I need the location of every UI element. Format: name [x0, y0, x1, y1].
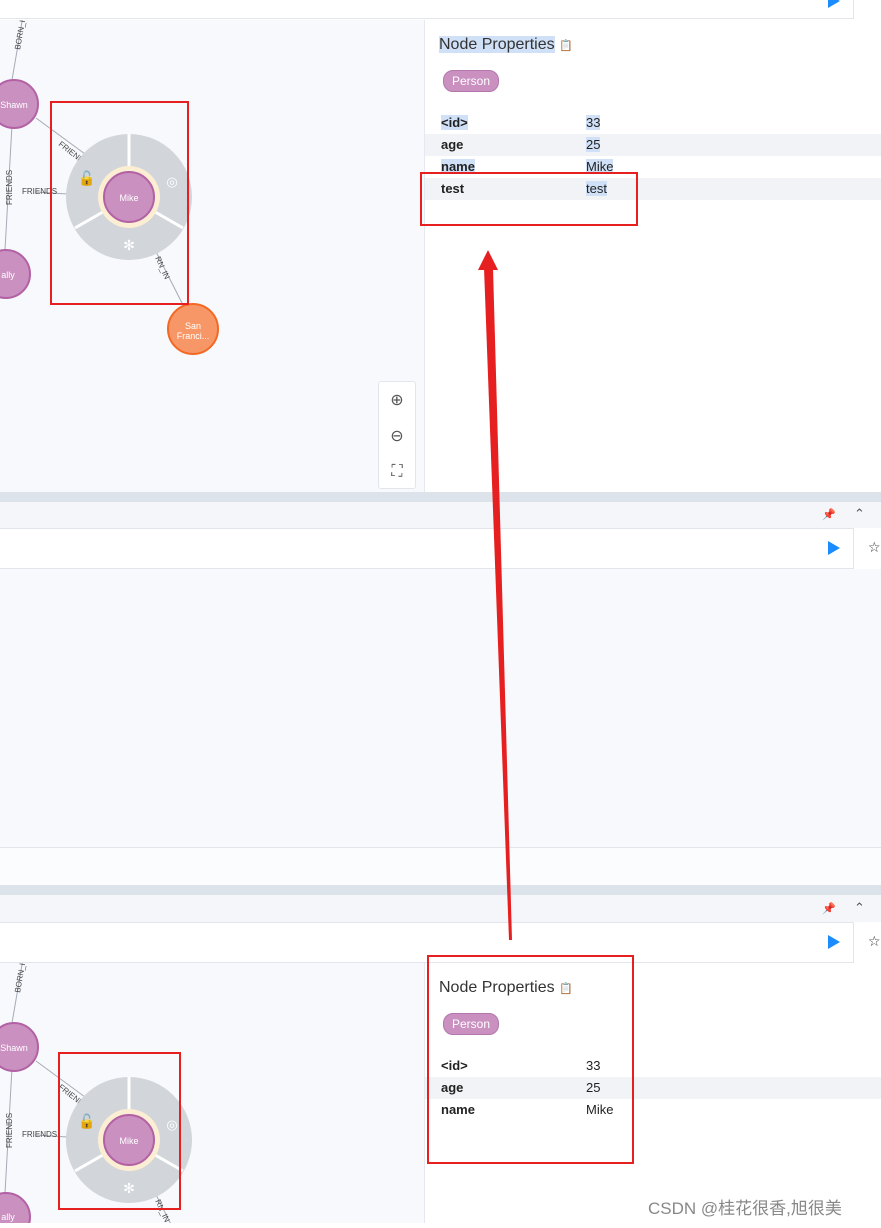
- annotation-arrow: [478, 250, 512, 940]
- watermark: CSDN @桂花很香,旭很美: [648, 1199, 842, 1218]
